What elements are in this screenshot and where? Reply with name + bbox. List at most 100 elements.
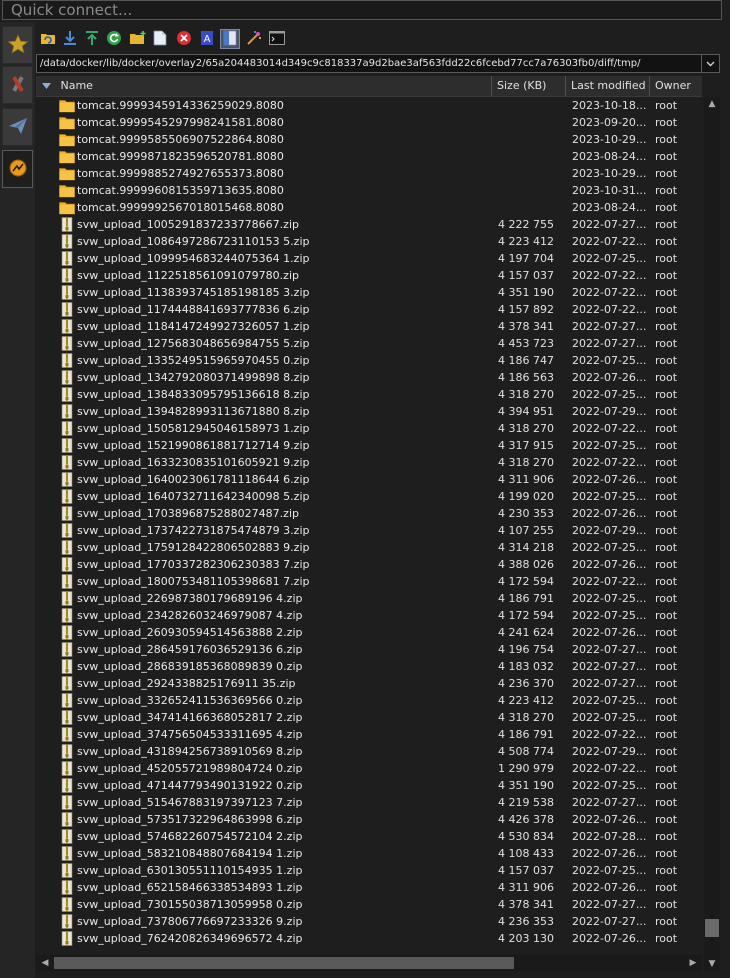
column-header-owner[interactable]: Owner bbox=[650, 76, 702, 96]
file-row[interactable]: svw_upload_573517322964863998 6.zip 4 426… bbox=[36, 811, 702, 828]
file-row[interactable]: tomcat.9999545297998241581.8080 2023-09-2… bbox=[36, 114, 702, 131]
file-row[interactable]: svw_upload_1342792080371499898 8.zip 4 18… bbox=[36, 369, 702, 386]
sidebar-tab-transfer[interactable] bbox=[2, 108, 33, 146]
zip-file-icon bbox=[59, 472, 75, 487]
file-row[interactable]: svw_upload_286459176036529136 6.zip 4 196… bbox=[36, 641, 702, 658]
sidebar-tab-session[interactable] bbox=[2, 150, 33, 188]
column-header-name[interactable]: Name bbox=[36, 76, 492, 96]
path-input[interactable]: /data/docker/lib/docker/overlay2/65a2044… bbox=[40, 55, 641, 72]
file-row[interactable]: svw_upload_1174448841693777836 6.zip 4 15… bbox=[36, 301, 702, 318]
file-name: svw_upload_630130551110154935 1.zip bbox=[77, 864, 303, 877]
file-row[interactable]: svw_upload_1086497286723110153 5.zip 4 22… bbox=[36, 233, 702, 250]
file-row[interactable]: svw_upload_1122518561091079780.zip 4 157 … bbox=[36, 267, 702, 284]
file-row[interactable]: svw_upload_452055721989804724 0.zip 1 290… bbox=[36, 760, 702, 777]
download-button[interactable] bbox=[60, 29, 80, 49]
file-row[interactable]: svw_upload_737806776697233326 9.zip 4 236… bbox=[36, 913, 702, 930]
scroll-left-arrow[interactable]: ◀ bbox=[38, 956, 52, 970]
file-modified: 2022-07-22... bbox=[572, 303, 647, 316]
file-row[interactable]: svw_upload_1394828993113671880 8.zip 4 39… bbox=[36, 403, 702, 420]
file-row[interactable]: svw_upload_1505812945046158973 1.zip 4 31… bbox=[36, 420, 702, 437]
file-size: 4 186 791 bbox=[498, 592, 554, 605]
file-row[interactable]: svw_upload_630130551110154935 1.zip 4 157… bbox=[36, 862, 702, 879]
file-row[interactable]: svw_upload_1703896875288027487.zip 4 230 … bbox=[36, 505, 702, 522]
file-owner: root bbox=[655, 490, 678, 503]
file-name: svw_upload_1640732711642340098 5.zip bbox=[77, 490, 310, 503]
file-row[interactable]: svw_upload_1770337282306230383 7.zip 4 38… bbox=[36, 556, 702, 573]
sidebar-tab-tools[interactable] bbox=[2, 66, 33, 104]
file-row[interactable]: svw_upload_431894256738910569 8.zip 4 508… bbox=[36, 743, 702, 760]
file-row[interactable]: svw_upload_583210848807684194 1.zip 4 108… bbox=[36, 845, 702, 862]
file-row[interactable]: svw_upload_260930594514563888 2.zip 4 241… bbox=[36, 624, 702, 641]
new-file-button[interactable] bbox=[150, 29, 170, 49]
scroll-down-arrow[interactable]: ▼ bbox=[705, 957, 719, 971]
path-history-dropdown[interactable] bbox=[701, 55, 719, 72]
horizontal-scrollbar[interactable]: ◀ ▶ bbox=[36, 955, 702, 971]
file-row[interactable]: svw_upload_1099954683244075364 1.zip 4 19… bbox=[36, 250, 702, 267]
file-name: svw_upload_286459176036529136 6.zip bbox=[77, 643, 303, 656]
new-folder-button[interactable] bbox=[128, 29, 148, 49]
file-row[interactable]: tomcat.9999885274927655373.8080 2023-10-2… bbox=[36, 165, 702, 182]
file-row[interactable]: svw_upload_1521990861881712714 9.zip 4 31… bbox=[36, 437, 702, 454]
file-row[interactable]: svw_upload_1633230835101605921 9.zip 4 31… bbox=[36, 454, 702, 471]
file-row[interactable]: svw_upload_347414166368052817 2.zip 4 318… bbox=[36, 709, 702, 726]
file-row[interactable]: svw_upload_1800753481105398681 7.zip 4 17… bbox=[36, 573, 702, 590]
file-row[interactable]: svw_upload_374756504533311695 4.zip 4 186… bbox=[36, 726, 702, 743]
file-row[interactable]: svw_upload_1640732711642340098 5.zip 4 19… bbox=[36, 488, 702, 505]
file-row[interactable]: svw_upload_574682260754572104 2.zip 4 530… bbox=[36, 828, 702, 845]
file-name: svw_upload_1770337282306230383 7.zip bbox=[77, 558, 310, 571]
view-toggle-button[interactable] bbox=[220, 29, 240, 49]
terminal-button[interactable] bbox=[267, 29, 287, 49]
file-row[interactable]: svw_upload_471447793490131922 0.zip 4 351… bbox=[36, 777, 702, 794]
refresh-button[interactable] bbox=[104, 29, 124, 49]
file-row[interactable]: svw_upload_652158466338534893 1.zip 4 311… bbox=[36, 879, 702, 896]
file-row[interactable]: tomcat.9999585506907522864.8080 2023-10-2… bbox=[36, 131, 702, 148]
file-row[interactable]: svw_upload_730155038713059958 0.zip 4 378… bbox=[36, 896, 702, 913]
sort-desc-icon bbox=[42, 79, 51, 92]
upload-button[interactable] bbox=[82, 29, 102, 49]
file-row[interactable]: svw_upload_1275683048656984755 5.zip 4 45… bbox=[36, 335, 702, 352]
file-row[interactable]: tomcat.9999992567018015468.8080 2023-08-2… bbox=[36, 199, 702, 216]
file-row[interactable]: svw_upload_332652411536369566 0.zip 4 223… bbox=[36, 692, 702, 709]
vertical-scrollbar[interactable]: ▲ ▼ bbox=[704, 97, 720, 971]
zip-file-icon bbox=[59, 693, 75, 708]
quick-connect-input[interactable]: Quick connect... bbox=[2, 0, 722, 20]
file-row[interactable]: svw_upload_2924338825176911 35.zip 4 236 … bbox=[36, 675, 702, 692]
zip-file-icon bbox=[59, 404, 75, 419]
file-owner: root bbox=[655, 473, 678, 486]
file-modified: 2022-07-22... bbox=[572, 456, 647, 469]
horizontal-scroll-thumb[interactable] bbox=[54, 957, 514, 969]
file-row[interactable]: svw_upload_1005291837233778667.zip 4 222 … bbox=[36, 216, 702, 233]
file-row[interactable]: svw_upload_286839185368089839 0.zip 4 183… bbox=[36, 658, 702, 675]
file-modified: 2022-07-26... bbox=[572, 847, 647, 860]
file-row[interactable]: svw_upload_1640023061781118644 6.zip 4 31… bbox=[36, 471, 702, 488]
file-row[interactable]: svw_upload_1737422731875474879 3.zip 4 10… bbox=[36, 522, 702, 539]
wand-button[interactable] bbox=[244, 29, 264, 49]
rename-button[interactable]: A bbox=[197, 29, 217, 49]
file-row[interactable]: svw_upload_226987380179689196 4.zip 4 186… bbox=[36, 590, 702, 607]
file-row[interactable]: svw_upload_1335249515965970455 0.zip 4 18… bbox=[36, 352, 702, 369]
file-row[interactable]: tomcat.9999345914336259029.8080 2023-10-1… bbox=[36, 97, 702, 114]
file-modified: 2022-07-27... bbox=[572, 915, 647, 928]
file-row[interactable]: svw_upload_1384833095795136618 8.zip 4 31… bbox=[36, 386, 702, 403]
file-owner: root bbox=[655, 881, 678, 894]
file-row[interactable]: tomcat.9999871823596520781.8080 2023-08-2… bbox=[36, 148, 702, 165]
vertical-scroll-thumb[interactable] bbox=[705, 919, 719, 937]
file-modified: 2023-08-24... bbox=[572, 150, 647, 163]
column-header-modified[interactable]: Last modified bbox=[566, 76, 650, 96]
file-modified: 2023-10-29... bbox=[572, 167, 647, 180]
file-row[interactable]: svw_upload_1184147249927326057 1.zip 4 37… bbox=[36, 318, 702, 335]
file-row[interactable]: svw_upload_515467883197397123 7.zip 4 219… bbox=[36, 794, 702, 811]
file-row[interactable]: svw_upload_1138393745185198185 3.zip 4 35… bbox=[36, 284, 702, 301]
path-bar[interactable]: /data/docker/lib/docker/overlay2/65a2044… bbox=[36, 54, 720, 73]
file-row[interactable]: svw_upload_234282603246979087 4.zip 4 172… bbox=[36, 607, 702, 624]
scroll-up-arrow[interactable]: ▲ bbox=[705, 97, 719, 111]
column-header-size[interactable]: Size (KB) bbox=[492, 76, 566, 96]
delete-button[interactable] bbox=[174, 29, 194, 49]
parent-dir-button[interactable] bbox=[38, 29, 58, 49]
file-row[interactable]: tomcat.9999960815359713635.8080 2023-10-3… bbox=[36, 182, 702, 199]
scroll-right-arrow[interactable]: ▶ bbox=[686, 956, 700, 970]
file-row[interactable]: svw_upload_1759128422806502883 9.zip 4 31… bbox=[36, 539, 702, 556]
zip-file-icon bbox=[59, 506, 75, 521]
file-row[interactable]: svw_upload_762420826349696572 4.zip 4 203… bbox=[36, 930, 702, 947]
sidebar-tab-favorites[interactable] bbox=[2, 26, 33, 64]
